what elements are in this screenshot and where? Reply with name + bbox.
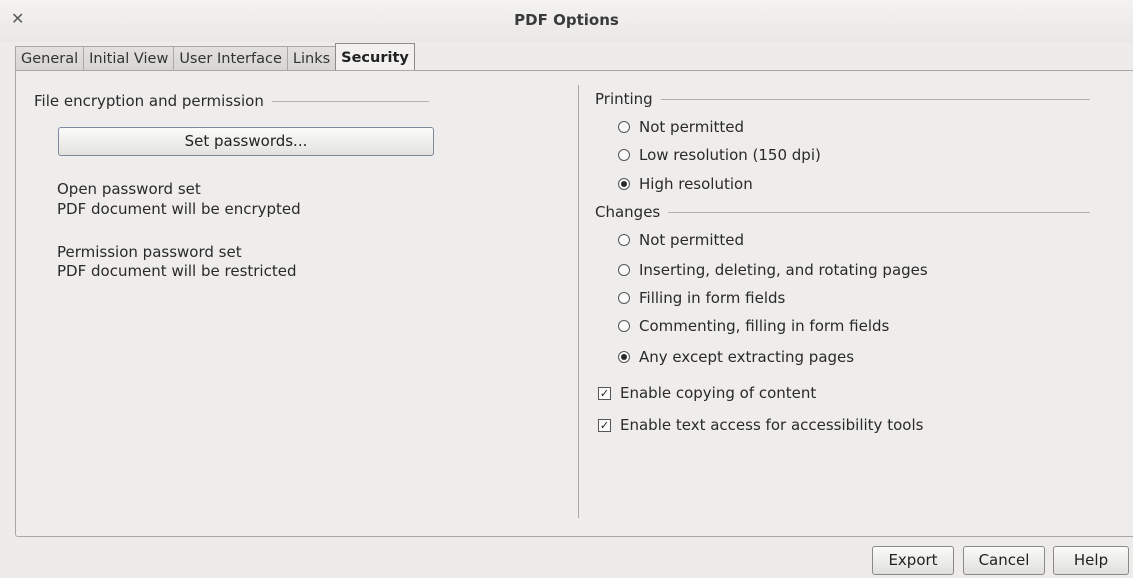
changes-filling-forms-radio[interactable]: Filling in form fields <box>618 289 785 307</box>
window-title: PDF Options <box>514 11 619 29</box>
printing-low-resolution-radio[interactable]: Low resolution (150 dpi) <box>618 146 821 164</box>
checkbox-label: Enable copying of content <box>620 384 817 402</box>
radio-indicator <box>618 234 630 246</box>
printing-not-permitted-radio[interactable]: Not permitted <box>618 118 744 136</box>
radio-indicator <box>618 292 630 304</box>
open-password-detail: PDF document will be encrypted <box>57 200 301 218</box>
printing-section-header: Printing <box>595 90 1090 108</box>
changes-header-label: Changes <box>595 203 661 221</box>
open-password-status: Open password set <box>57 180 201 198</box>
export-button[interactable]: Export <box>872 546 954 575</box>
cancel-button[interactable]: Cancel <box>963 546 1045 575</box>
title-bar: ✕ PDF Options <box>0 0 1133 42</box>
cancel-label: Cancel <box>978 551 1030 569</box>
set-passwords-button[interactable]: Set passwords... <box>58 127 434 156</box>
encryption-section-header: File encryption and permission <box>34 92 429 110</box>
tab-initial-view[interactable]: Initial View <box>83 46 174 71</box>
option-label: Inserting, deleting, and rotating pages <box>639 261 928 279</box>
set-passwords-label: Set passwords... <box>184 132 308 150</box>
changes-inserting-deleting-radio[interactable]: Inserting, deleting, and rotating pages <box>618 261 928 279</box>
option-label: Filling in form fields <box>639 289 786 307</box>
option-label: Low resolution (150 dpi) <box>639 146 821 164</box>
enable-copying-checkbox[interactable]: ✓ Enable copying of content <box>598 384 816 402</box>
header-divider <box>660 98 1090 100</box>
checkmark-icon: ✓ <box>598 386 611 400</box>
option-label: Not permitted <box>639 231 744 249</box>
export-label: Export <box>888 551 938 569</box>
tab-general[interactable]: General <box>15 46 84 71</box>
header-divider <box>668 211 1090 213</box>
radio-indicator <box>618 320 630 332</box>
option-label: Not permitted <box>639 118 744 136</box>
permission-password-detail: PDF document will be restricted <box>57 262 297 280</box>
column-divider <box>578 85 579 518</box>
tab-user-interface[interactable]: User Interface <box>173 46 287 71</box>
option-label: High resolution <box>639 175 753 193</box>
tab-links[interactable]: Links <box>286 46 336 71</box>
printing-high-resolution-radio[interactable]: High resolution <box>618 175 753 193</box>
printing-header-label: Printing <box>595 90 653 108</box>
radio-indicator-selected <box>618 178 630 190</box>
tab-security[interactable]: Security <box>335 43 415 72</box>
checkmark-icon: ✓ <box>598 418 611 432</box>
tab-bar: General Initial View User Interface Link… <box>15 43 415 72</box>
checkbox-label: Enable text access for accessibility too… <box>620 416 924 434</box>
help-label: Help <box>1073 551 1109 569</box>
changes-any-except-extracting-radio[interactable]: Any except extracting pages <box>618 348 854 366</box>
changes-commenting-radio[interactable]: Commenting, filling in form fields <box>618 317 889 335</box>
radio-indicator <box>618 121 630 133</box>
help-button[interactable]: Help <box>1053 546 1129 575</box>
option-label: Any except extracting pages <box>639 348 855 366</box>
permission-password-status: Permission password set <box>57 243 242 261</box>
radio-indicator-selected <box>618 351 630 363</box>
radio-indicator <box>618 149 630 161</box>
enable-accessibility-checkbox[interactable]: ✓ Enable text access for accessibility t… <box>598 416 923 434</box>
radio-indicator <box>618 264 630 276</box>
option-label: Commenting, filling in form fields <box>639 317 890 335</box>
changes-not-permitted-radio[interactable]: Not permitted <box>618 231 744 249</box>
header-divider <box>271 100 429 102</box>
encryption-header-label: File encryption and permission <box>34 92 264 110</box>
changes-section-header: Changes <box>595 203 1090 221</box>
